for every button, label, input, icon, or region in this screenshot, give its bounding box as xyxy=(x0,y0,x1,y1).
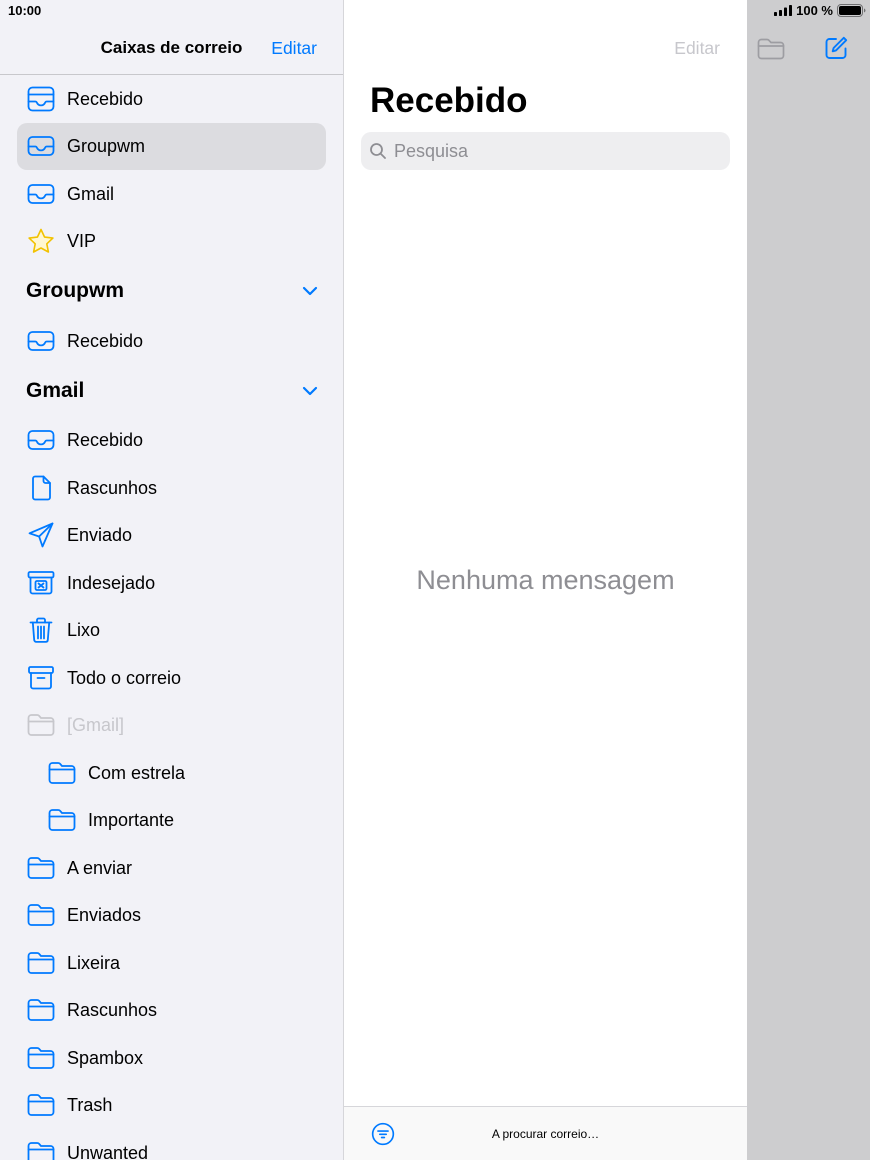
mailbox-groupwm-recebido[interactable]: Recebido xyxy=(0,317,343,365)
chevron-down-icon[interactable] xyxy=(302,286,318,296)
folder-icon xyxy=(25,1091,56,1119)
mailbox-gmail-recebido[interactable]: Recebido xyxy=(0,417,343,465)
mailbox-label: Gmail xyxy=(67,183,115,204)
mailbox-list: Recebido Groupwm Gmail VIP Groupwm Receb… xyxy=(0,75,343,1160)
status-time: 10:00 xyxy=(8,3,42,18)
status-bar: 10:00 100 % xyxy=(0,0,870,20)
mailbox-gmail-com-estrela[interactable]: Com estrela xyxy=(0,749,343,797)
mailbox-gmail-unwanted[interactable]: Unwanted xyxy=(0,1129,343,1160)
all-inboxes-icon xyxy=(25,85,56,113)
search-bar[interactable] xyxy=(361,132,730,170)
battery-icon xyxy=(837,4,866,17)
message-detail-pane xyxy=(747,0,870,1160)
folder-icon xyxy=(25,1044,56,1072)
folder-icon xyxy=(25,901,56,929)
bottom-toolbar: A procurar correio… xyxy=(344,1106,747,1160)
account-header-gmail[interactable]: Gmail xyxy=(0,365,343,417)
empty-state-text: Nenhuma mensagem xyxy=(416,565,675,595)
inbox-icon xyxy=(25,426,56,454)
list-edit-button[interactable]: Editar xyxy=(674,37,720,59)
mailbox-label: Unwanted xyxy=(67,1142,149,1160)
search-input[interactable] xyxy=(394,140,724,162)
folder-icon xyxy=(25,711,56,739)
document-icon xyxy=(25,474,56,502)
mailbox-all-inboxes[interactable]: Recebido xyxy=(0,75,343,123)
mailbox-gmail-rascunhos-folder[interactable]: Rascunhos xyxy=(0,987,343,1035)
mailbox-gmail-lixeira[interactable]: Lixeira xyxy=(0,939,343,987)
mailboxes-sidebar: Caixas de correio Editar Recebido Groupw… xyxy=(0,0,344,1160)
mailbox-label: Rascunhos xyxy=(67,1000,158,1021)
mailbox-gmail-importante[interactable]: Importante xyxy=(0,797,343,845)
inbox-icon xyxy=(25,327,56,355)
sidebar-edit-button[interactable]: Editar xyxy=(271,37,317,59)
compose-icon[interactable] xyxy=(823,35,849,61)
cellular-signal-icon xyxy=(774,5,793,16)
folder-icon xyxy=(25,1139,56,1160)
mailbox-label: Com estrela xyxy=(88,762,186,783)
mailbox-label: Recebido xyxy=(67,430,144,451)
battery-percentage: 100 % xyxy=(796,3,833,18)
mailbox-label: Rascunhos xyxy=(67,477,158,498)
folder-icon xyxy=(25,854,56,882)
mailbox-label: Trash xyxy=(67,1095,113,1116)
trash-icon xyxy=(25,616,56,644)
mailbox-gmail-spambox[interactable]: Spambox xyxy=(0,1034,343,1082)
mailbox-label: A enviar xyxy=(67,857,133,878)
inbox-icon xyxy=(25,132,56,160)
folder-icon[interactable] xyxy=(757,37,785,61)
folder-icon xyxy=(46,806,77,834)
star-icon xyxy=(25,227,56,255)
account-title: Groupwm xyxy=(26,279,124,302)
message-list-pane: Editar Recebido Nenhuma mensagem A procu… xyxy=(344,0,747,1160)
search-icon xyxy=(370,143,386,159)
mailbox-label: Groupwm xyxy=(67,136,146,157)
mailbox-label: Recebido xyxy=(67,88,144,109)
mailbox-gmail-enviados[interactable]: Enviados xyxy=(0,892,343,940)
account-title: Gmail xyxy=(26,378,85,402)
mailbox-label: Indesejado xyxy=(67,572,156,593)
chevron-down-icon[interactable] xyxy=(302,386,318,396)
mailbox-gmail-inbox[interactable]: Gmail xyxy=(0,170,343,218)
mailbox-gmail-group-folder: [Gmail] xyxy=(0,702,343,750)
mailbox-label: Lixo xyxy=(67,620,101,641)
mailbox-groupwm-inbox[interactable]: Groupwm xyxy=(0,122,343,171)
mailbox-gmail-indesejado[interactable]: Indesejado xyxy=(0,559,343,607)
mailbox-gmail-trash[interactable]: Trash xyxy=(0,1082,343,1130)
mailbox-label: Recebido xyxy=(67,330,144,351)
mailbox-label: VIP xyxy=(67,231,97,252)
mailbox-gmail-a-enviar[interactable]: A enviar xyxy=(0,844,343,892)
mailbox-gmail-lixo[interactable]: Lixo xyxy=(0,607,343,655)
folder-icon xyxy=(25,949,56,977)
mailbox-label: Spambox xyxy=(67,1047,144,1068)
mailbox-label: Enviado xyxy=(67,525,133,546)
folder-icon xyxy=(25,996,56,1024)
page-title: Recebido xyxy=(370,81,528,120)
mailbox-label: Importante xyxy=(88,810,175,831)
archive-icon xyxy=(25,664,56,692)
mailbox-gmail-todo-o-correio[interactable]: Todo o correio xyxy=(0,654,343,702)
mail-status-text: A procurar correio… xyxy=(491,1127,600,1141)
paper-plane-icon xyxy=(25,521,56,549)
inbox-icon xyxy=(25,180,56,208)
mailbox-label: Enviados xyxy=(67,905,142,926)
mailbox-label: [Gmail] xyxy=(67,715,125,736)
folder-icon xyxy=(46,759,77,787)
account-header-groupwm[interactable]: Groupwm xyxy=(0,265,343,317)
status-indicators: 100 % xyxy=(774,3,866,18)
mailbox-label: Todo o correio xyxy=(67,667,182,688)
junk-icon xyxy=(25,569,56,597)
mailbox-label: Lixeira xyxy=(67,952,121,973)
mailbox-gmail-enviado[interactable]: Enviado xyxy=(0,512,343,560)
mailbox-gmail-rascunhos[interactable]: Rascunhos xyxy=(0,464,343,512)
mailbox-vip[interactable]: VIP xyxy=(0,218,343,266)
